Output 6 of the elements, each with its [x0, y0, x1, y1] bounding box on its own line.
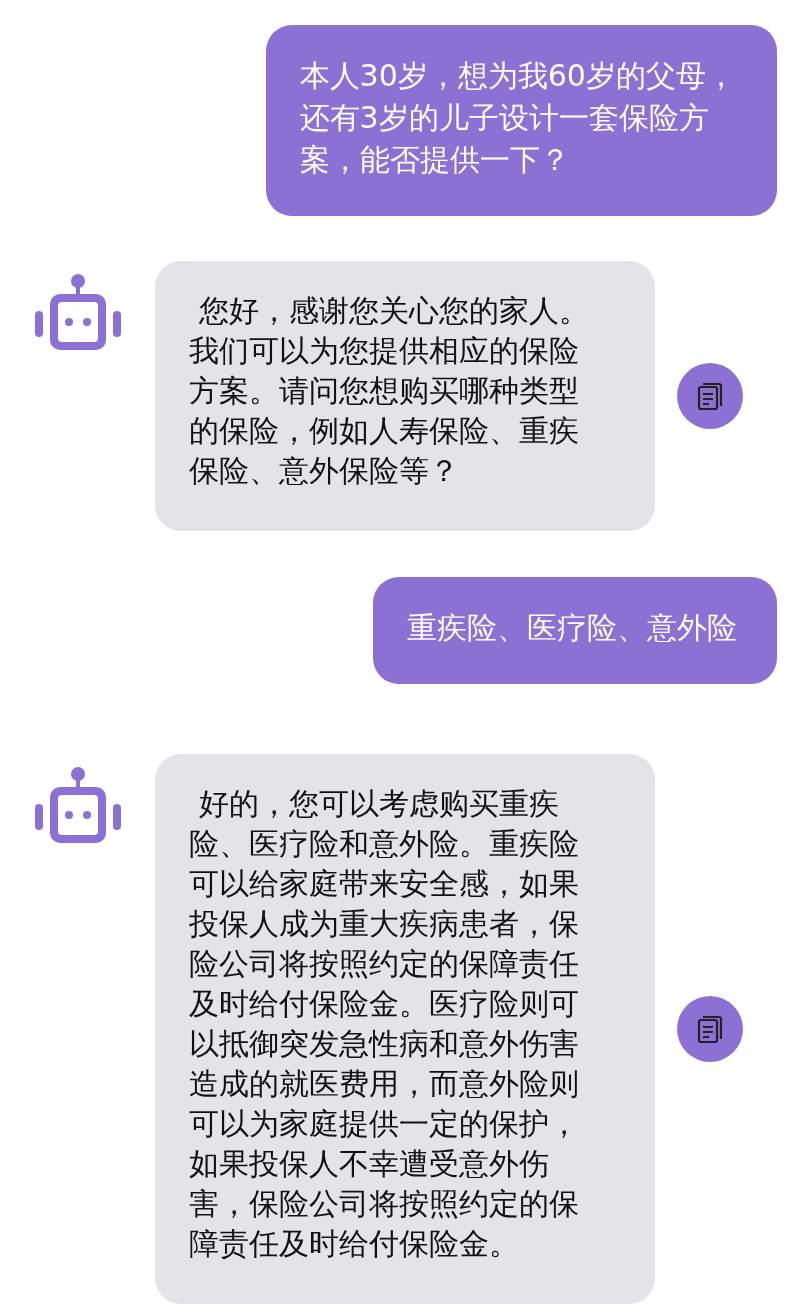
user-message: 本人30岁，想为我60岁的父母，还有3岁的儿子设计一套保险方案，能否提供一下？: [265, 25, 777, 216]
bot-message: 您好，感谢您关心您的家人。我们可以为您提供相应的保险方案。请问您想购买哪种类型的保险，例如人寿保险、重疾保险、意外保险等？: [189, 292, 589, 490]
copy-icon: [695, 1014, 725, 1044]
user-message: 重疾险、医疗险、意外险: [373, 577, 777, 684]
copy-icon: [695, 381, 725, 411]
bot-message: 好的，您可以考虑购买重疾险、医疗险和意外险。重疾险可以给家庭带来安全感，如果投保人成为重大疾病患者，保险公司将按照约定的保障责任及时给付保险金。医疗险则可以抵御突发急性病和意外伤害造成的就医费用，而意外险则可以为家庭提供一定的保护，如果投保人不幸遭受意外伤害，保险公司将按照约定的保障责任及时给付保险金。: [189, 785, 580, 1263]
